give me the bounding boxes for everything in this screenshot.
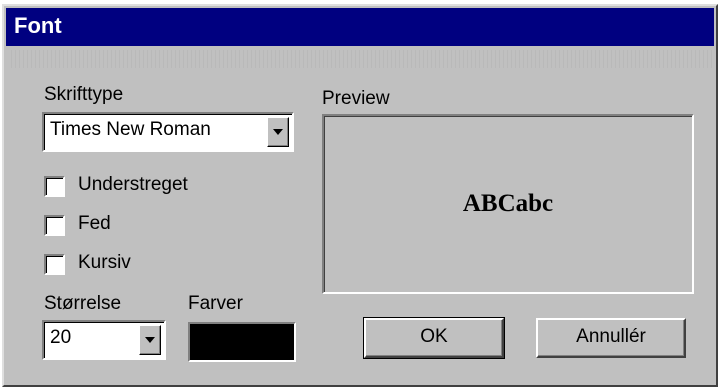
chevron-down-icon	[145, 337, 155, 343]
ok-button[interactable]: OK	[363, 317, 505, 359]
color-swatch[interactable]	[188, 322, 296, 362]
bold-checkbox[interactable]	[44, 215, 65, 236]
size-value: 20	[50, 327, 72, 348]
color-label: Farver	[188, 293, 243, 314]
chevron-down-icon	[273, 129, 283, 135]
font-type-value: Times New Roman	[50, 119, 211, 140]
preview-label: Preview	[322, 88, 390, 109]
dialog-title: Font	[14, 13, 62, 38]
size-label: Størrelse	[44, 293, 122, 314]
preview-sample: ABCabc	[462, 190, 554, 217]
font-type-label: Skrifttype	[44, 84, 124, 105]
italic-label: Kursiv	[78, 252, 131, 273]
underline-checkbox[interactable]	[44, 176, 65, 197]
size-select[interactable]: 20	[42, 320, 166, 360]
italic-checkbox[interactable]	[44, 254, 65, 275]
font-dialog: Font Skrifttype Times New Roman Understr…	[2, 4, 718, 387]
font-type-select[interactable]: Times New Roman	[42, 112, 294, 152]
size-dropdown-button[interactable]	[139, 325, 161, 355]
cancel-button[interactable]: Annullér	[536, 318, 686, 358]
decorative-strip	[8, 50, 712, 68]
underline-label: Understreget	[78, 174, 188, 195]
font-type-dropdown-button[interactable]	[267, 117, 289, 147]
title-bar[interactable]: Font	[6, 8, 714, 46]
bold-label: Fed	[78, 213, 111, 234]
preview-box: ABCabc	[322, 114, 694, 294]
